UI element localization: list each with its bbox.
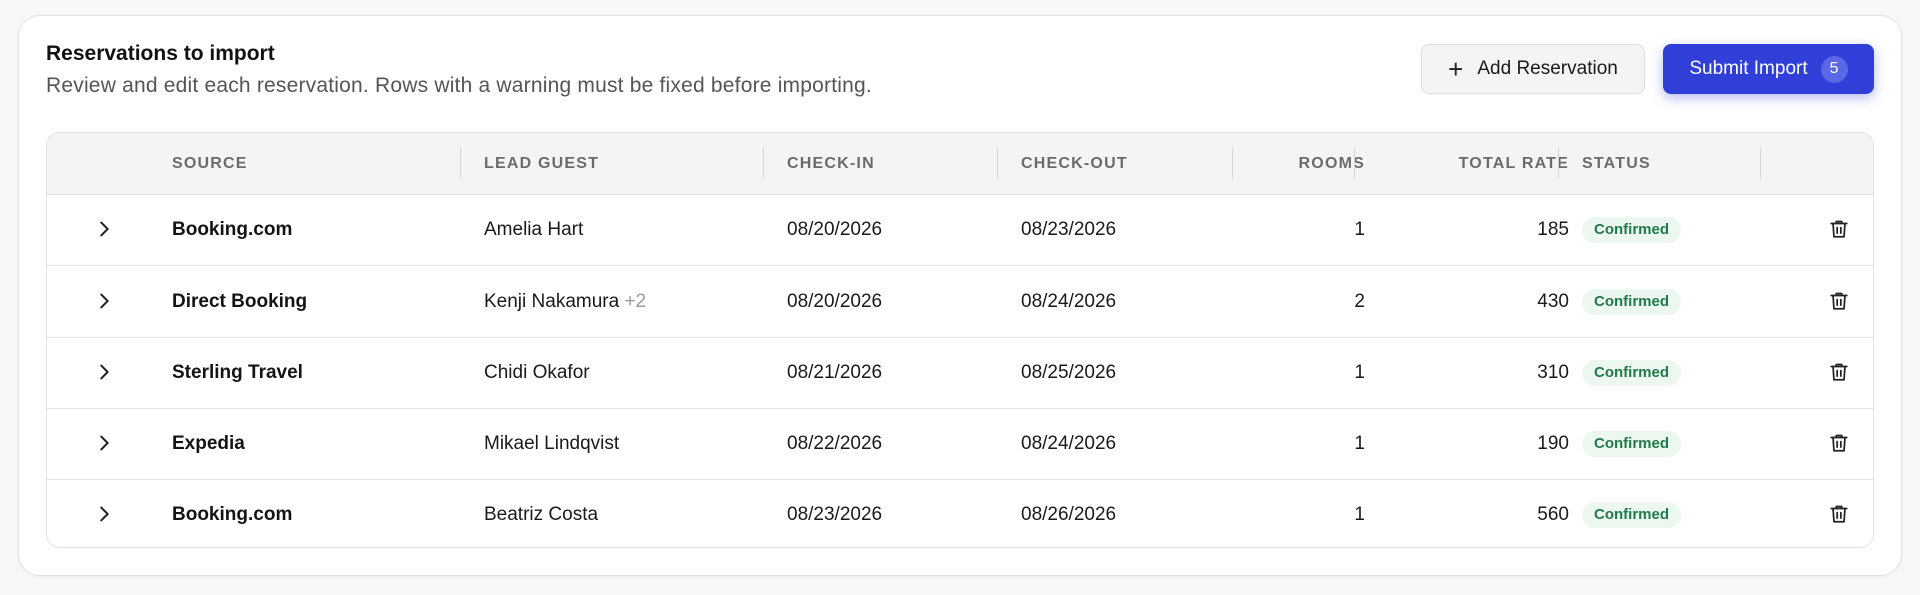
column-resize-handle[interactable] — [1354, 147, 1355, 179]
lead-guest-name: Kenji Nakamura — [484, 291, 620, 312]
table-row[interactable]: Sterling Travel Chidi Okafor 08/21/2026 … — [47, 337, 1873, 409]
lead-guest-cell: Mikael Lindqvist — [484, 408, 619, 479]
submit-import-button[interactable]: Submit Import 5 — [1663, 44, 1874, 94]
rooms-cell: 2 — [1354, 291, 1365, 312]
add-reservation-button[interactable]: + Add Reservation — [1421, 44, 1645, 94]
column-header-status[interactable]: STATUS — [1582, 133, 1651, 194]
source-cell: Sterling Travel — [172, 362, 303, 383]
lead-guest-cell: Beatriz Costa — [484, 479, 599, 547]
check-in-cell: 08/20/2026 — [787, 219, 883, 240]
total-rate-cell: 560 — [1537, 504, 1569, 525]
column-header-source[interactable]: SOURCE — [172, 133, 248, 194]
total-rate-cell: 190 — [1537, 433, 1569, 454]
status-badge: Confirmed — [1582, 217, 1681, 243]
rooms-cell: 1 — [1354, 504, 1365, 525]
table-row[interactable]: Booking.com Amelia Hart 08/20/2026 08/23… — [47, 194, 1873, 266]
lead-guest-name: Mikael Lindqvist — [484, 433, 620, 454]
column-header-total-rate[interactable]: TOTAL RATE — [1367, 133, 1569, 194]
lead-guest-name: Amelia Hart — [484, 219, 584, 240]
table-row[interactable]: Expedia Mikael Lindqvist 08/22/2026 08/2… — [47, 408, 1873, 480]
column-header-lead-guest[interactable]: LEAD GUEST — [484, 133, 599, 194]
page-title: Reservations to import — [46, 42, 275, 65]
table-row[interactable]: Direct Booking Kenji Nakamura +2 08/20/2… — [47, 266, 1873, 338]
column-resize-handle[interactable] — [1558, 147, 1559, 179]
table-row[interactable]: Booking.com Beatriz Costa 08/23/2026 08/… — [47, 479, 1873, 547]
check-in-cell: 08/23/2026 — [787, 504, 883, 525]
lead-guest-cell: Amelia Hart — [484, 194, 583, 265]
trash-icon[interactable] — [1828, 290, 1850, 312]
submit-import-label: Submit Import — [1689, 58, 1808, 79]
add-reservation-label: Add Reservation — [1477, 58, 1618, 79]
additional-guests-count: +2 — [624, 291, 647, 312]
chevron-right-icon[interactable] — [93, 503, 115, 525]
source-cell: Booking.com — [172, 504, 293, 525]
status-badge: Confirmed — [1582, 431, 1681, 457]
total-rate-cell: 430 — [1537, 291, 1569, 312]
column-resize-handle[interactable] — [1232, 147, 1233, 179]
source-cell: Expedia — [172, 433, 245, 454]
trash-icon[interactable] — [1828, 361, 1850, 383]
chevron-right-icon[interactable] — [93, 432, 115, 454]
total-rate-cell: 185 — [1537, 219, 1569, 240]
chevron-right-icon[interactable] — [93, 361, 115, 383]
status-badge: Confirmed — [1582, 360, 1681, 386]
column-resize-handle[interactable] — [763, 147, 764, 179]
lead-guest-cell: Kenji Nakamura +2 — [484, 266, 646, 337]
submit-count-badge: 5 — [1820, 55, 1848, 83]
check-in-cell: 08/22/2026 — [787, 433, 883, 454]
chevron-right-icon[interactable] — [93, 218, 115, 240]
check-out-cell: 08/24/2026 — [1021, 433, 1117, 454]
source-cell: Booking.com — [172, 219, 293, 240]
page-subtitle: Review and edit each reservation. Rows w… — [46, 74, 872, 97]
lead-guest-name: Beatriz Costa — [484, 504, 599, 525]
rooms-cell: 1 — [1354, 219, 1365, 240]
status-badge: Confirmed — [1582, 289, 1681, 315]
column-header-check-out[interactable]: CHECK-OUT — [1021, 133, 1128, 194]
chevron-right-icon[interactable] — [93, 290, 115, 312]
trash-icon[interactable] — [1828, 218, 1850, 240]
check-out-cell: 08/26/2026 — [1021, 504, 1117, 525]
check-in-cell: 08/21/2026 — [787, 362, 883, 383]
column-header-rooms[interactable]: ROOMS — [1237, 133, 1365, 194]
trash-icon[interactable] — [1828, 503, 1850, 525]
check-in-cell: 08/20/2026 — [787, 291, 883, 312]
lead-guest-name: Chidi Okafor — [484, 362, 590, 383]
rooms-cell: 1 — [1354, 362, 1365, 383]
lead-guest-cell: Chidi Okafor — [484, 337, 590, 408]
source-cell: Direct Booking — [172, 291, 308, 312]
plus-icon: + — [1448, 54, 1464, 84]
check-out-cell: 08/23/2026 — [1021, 219, 1117, 240]
check-out-cell: 08/24/2026 — [1021, 291, 1117, 312]
total-rate-cell: 310 — [1537, 362, 1569, 383]
trash-icon[interactable] — [1828, 432, 1850, 454]
status-badge: Confirmed — [1582, 502, 1681, 528]
column-resize-handle[interactable] — [460, 147, 461, 179]
check-out-cell: 08/25/2026 — [1021, 362, 1117, 383]
reservations-table: SOURCE LEAD GUEST CHECK-IN CHECK-OUT ROO… — [46, 132, 1874, 548]
table-header: SOURCE LEAD GUEST CHECK-IN CHECK-OUT ROO… — [47, 133, 1873, 195]
column-resize-handle[interactable] — [997, 147, 998, 179]
column-header-check-in[interactable]: CHECK-IN — [787, 133, 875, 194]
column-resize-handle[interactable] — [1760, 147, 1761, 179]
rooms-cell: 1 — [1354, 433, 1365, 454]
